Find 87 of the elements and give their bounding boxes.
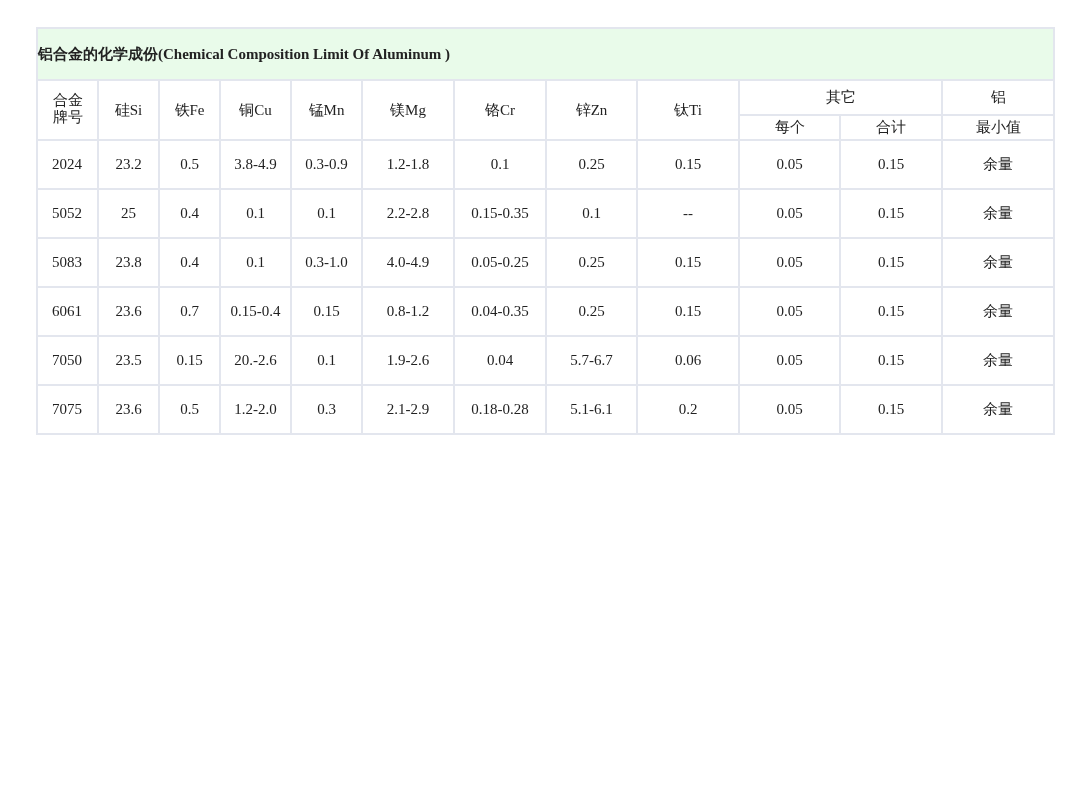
table-cell: 0.4 [159,189,220,238]
column-header: 铬Cr [454,80,546,140]
table-cell: 0.25 [546,238,637,287]
column-header: 锰Mn [291,80,362,140]
table-cell: 0.05 [739,140,840,189]
column-subheader: 最小值 [942,115,1055,140]
table-title: 铝合金的化学成份(Chemical Composition Limit Of Aluminum ) [37,28,1055,80]
table-cell: 0.4 [159,238,220,287]
table-cell: 5052 [37,189,98,238]
table-cell: 0.25 [546,287,637,336]
table-cell: 余量 [942,287,1055,336]
table-cell: 7075 [37,385,98,434]
table-cell: 0.5 [159,385,220,434]
table-cell: 0.15 [840,140,942,189]
table-cell: 0.05 [739,336,840,385]
table-cell: 0.06 [637,336,739,385]
table-cell: 6061 [37,287,98,336]
table-cell: 0.3-0.9 [291,140,362,189]
table-cell: 0.3-1.0 [291,238,362,287]
table-cell: 0.1 [291,189,362,238]
table-cell: 1.2-1.8 [362,140,454,189]
table-cell: 0.1 [220,189,291,238]
column-header: 硅Si [98,80,159,140]
table-cell: 0.1 [291,336,362,385]
column-header: 铝 [942,80,1055,115]
table-cell: 0.15 [840,238,942,287]
table-cell: 23.8 [98,238,159,287]
table-cell: 0.1 [220,238,291,287]
column-header: 其它 [739,80,942,115]
table-cell: 23.6 [98,287,159,336]
table-cell: 0.15 [159,336,220,385]
table-cell: 7050 [37,336,98,385]
table-cell: 1.9-2.6 [362,336,454,385]
table-cell: 2024 [37,140,98,189]
column-header: 合金牌号 [37,80,98,140]
column-subheader: 每个 [739,115,840,140]
table-cell: 0.8-1.2 [362,287,454,336]
column-header: 铜Cu [220,80,291,140]
table-cell: 余量 [942,140,1055,189]
table-cell: -- [637,189,739,238]
column-header: 铁Fe [159,80,220,140]
table-cell: 20.-2.6 [220,336,291,385]
table-cell: 0.15-0.4 [220,287,291,336]
table-cell: 2.2-2.8 [362,189,454,238]
column-header: 钛Ti [637,80,739,140]
table-cell: 0.15 [637,238,739,287]
table-cell: 0.15 [291,287,362,336]
table-cell: 0.15-0.35 [454,189,546,238]
table-cell: 0.1 [454,140,546,189]
table-cell: 0.05-0.25 [454,238,546,287]
table-cell: 0.05 [739,189,840,238]
table-cell: 0.15 [840,385,942,434]
table-cell: 5083 [37,238,98,287]
table-cell: 0.15 [840,189,942,238]
table-cell: 5.1-6.1 [546,385,637,434]
table-cell: 25 [98,189,159,238]
table-cell: 0.15 [840,287,942,336]
table-cell: 23.5 [98,336,159,385]
table-cell: 0.2 [637,385,739,434]
table-cell: 2.1-2.9 [362,385,454,434]
table-cell: 1.2-2.0 [220,385,291,434]
table-cell: 余量 [942,189,1055,238]
table-cell: 余量 [942,238,1055,287]
table-cell: 0.7 [159,287,220,336]
table-cell: 0.04 [454,336,546,385]
table-cell: 5.7-6.7 [546,336,637,385]
table-cell: 0.15 [637,140,739,189]
table-cell: 23.2 [98,140,159,189]
column-subheader: 合计 [840,115,942,140]
table-cell: 0.15 [840,336,942,385]
table-cell: 0.1 [546,189,637,238]
table-cell: 0.05 [739,238,840,287]
table-cell: 4.0-4.9 [362,238,454,287]
table-cell: 0.04-0.35 [454,287,546,336]
table-cell: 余量 [942,385,1055,434]
table-cell: 0.3 [291,385,362,434]
table-cell: 0.05 [739,287,840,336]
table-cell: 3.8-4.9 [220,140,291,189]
column-header: 锌Zn [546,80,637,140]
table-cell: 23.6 [98,385,159,434]
table-cell: 0.15 [637,287,739,336]
table-cell: 0.5 [159,140,220,189]
table-cell: 0.05 [739,385,840,434]
table-cell: 余量 [942,336,1055,385]
column-header: 镁Mg [362,80,454,140]
table-cell: 0.18-0.28 [454,385,546,434]
table-cell: 0.25 [546,140,637,189]
